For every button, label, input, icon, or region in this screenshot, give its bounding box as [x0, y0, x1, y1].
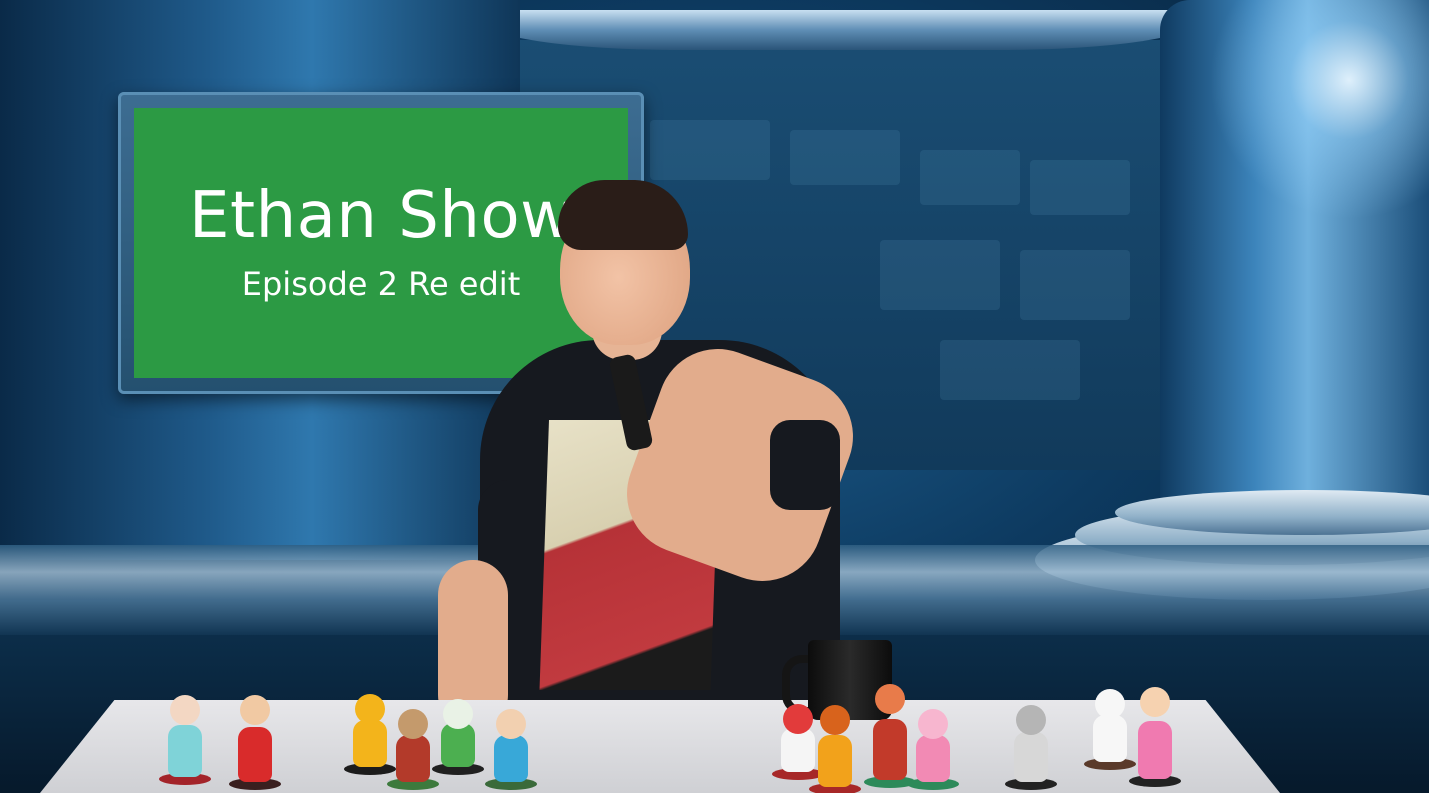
episode-subtitle: Episode 2 Re edit	[241, 265, 521, 303]
figure-head	[875, 684, 905, 714]
figure-head	[918, 709, 948, 739]
figure-body	[168, 725, 202, 777]
figure-head	[495, 709, 526, 739]
figure-body	[440, 723, 475, 767]
figure-head	[442, 699, 473, 729]
figure-body	[493, 735, 528, 782]
figure-body	[395, 735, 430, 782]
figure-head	[240, 695, 270, 725]
top-light-rail	[480, 10, 1200, 50]
figure-head	[170, 695, 200, 725]
figure-head	[355, 694, 385, 724]
mario-figure	[215, 690, 295, 790]
yoshi-figure	[430, 695, 485, 775]
presenter-right-sleeve	[770, 420, 840, 510]
peach-figure	[1125, 682, 1185, 787]
figure-body	[1138, 721, 1172, 779]
figure-head	[820, 705, 850, 735]
figure-head	[1094, 689, 1125, 719]
figure-body	[873, 719, 907, 780]
pink-villager-figure	[907, 705, 959, 790]
figure-body	[1092, 715, 1127, 762]
figure-body	[353, 720, 387, 767]
figure-head	[1140, 687, 1170, 717]
figure-body	[1013, 732, 1048, 782]
monitor-screen: Ethan Show Episode 2 Re edit	[134, 108, 628, 378]
rosalina-figure	[150, 690, 220, 785]
figure-head	[1015, 705, 1046, 735]
villager-figure	[484, 705, 537, 790]
figure-head	[397, 709, 428, 739]
figure-body	[238, 727, 272, 782]
robot-figure	[998, 700, 1063, 790]
figure-body	[818, 735, 852, 787]
stage-light-glow	[1209, 0, 1429, 220]
figure-body	[916, 735, 950, 782]
show-title: Ethan Show	[189, 179, 573, 253]
studio-scene: Ethan Show Episode 2 Re edit	[0, 0, 1429, 793]
